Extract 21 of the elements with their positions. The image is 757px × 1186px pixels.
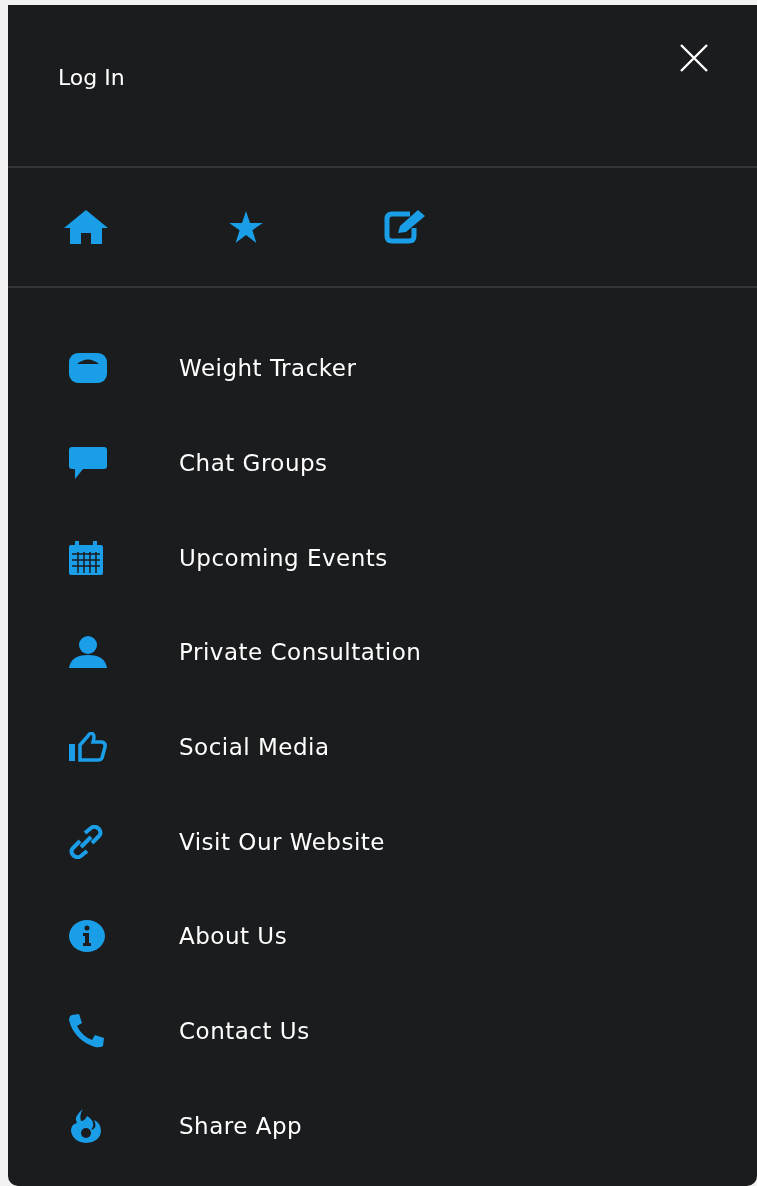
flame-icon [69,1108,103,1143]
calendar-icon [69,540,103,575]
menu-item[interactable]: Share App [179,1112,303,1139]
menu-item[interactable]: Chat Groups [179,450,328,477]
home-icon[interactable] [64,210,108,244]
log-in-link[interactable]: Log In [58,65,125,90]
close-button[interactable] [679,43,709,73]
info-icon [69,920,105,953]
person-icon [69,636,107,669]
menu-item[interactable]: Upcoming Events [179,544,388,571]
thumbs-up-icon [69,732,107,763]
menu-item[interactable]: Private Consultation [179,639,422,666]
phone-icon [69,1014,105,1049]
menu-item[interactable]: About Us [179,923,288,950]
chat-bubble-icon [69,447,107,480]
menu-item[interactable]: Weight Tracker [179,355,357,382]
scale-icon [69,353,107,384]
link-icon [69,824,103,859]
menu-item[interactable]: Visit Our Website [179,828,385,855]
menu-item[interactable]: Contact Us [179,1018,310,1045]
menu-item[interactable]: Social Media [179,734,330,761]
